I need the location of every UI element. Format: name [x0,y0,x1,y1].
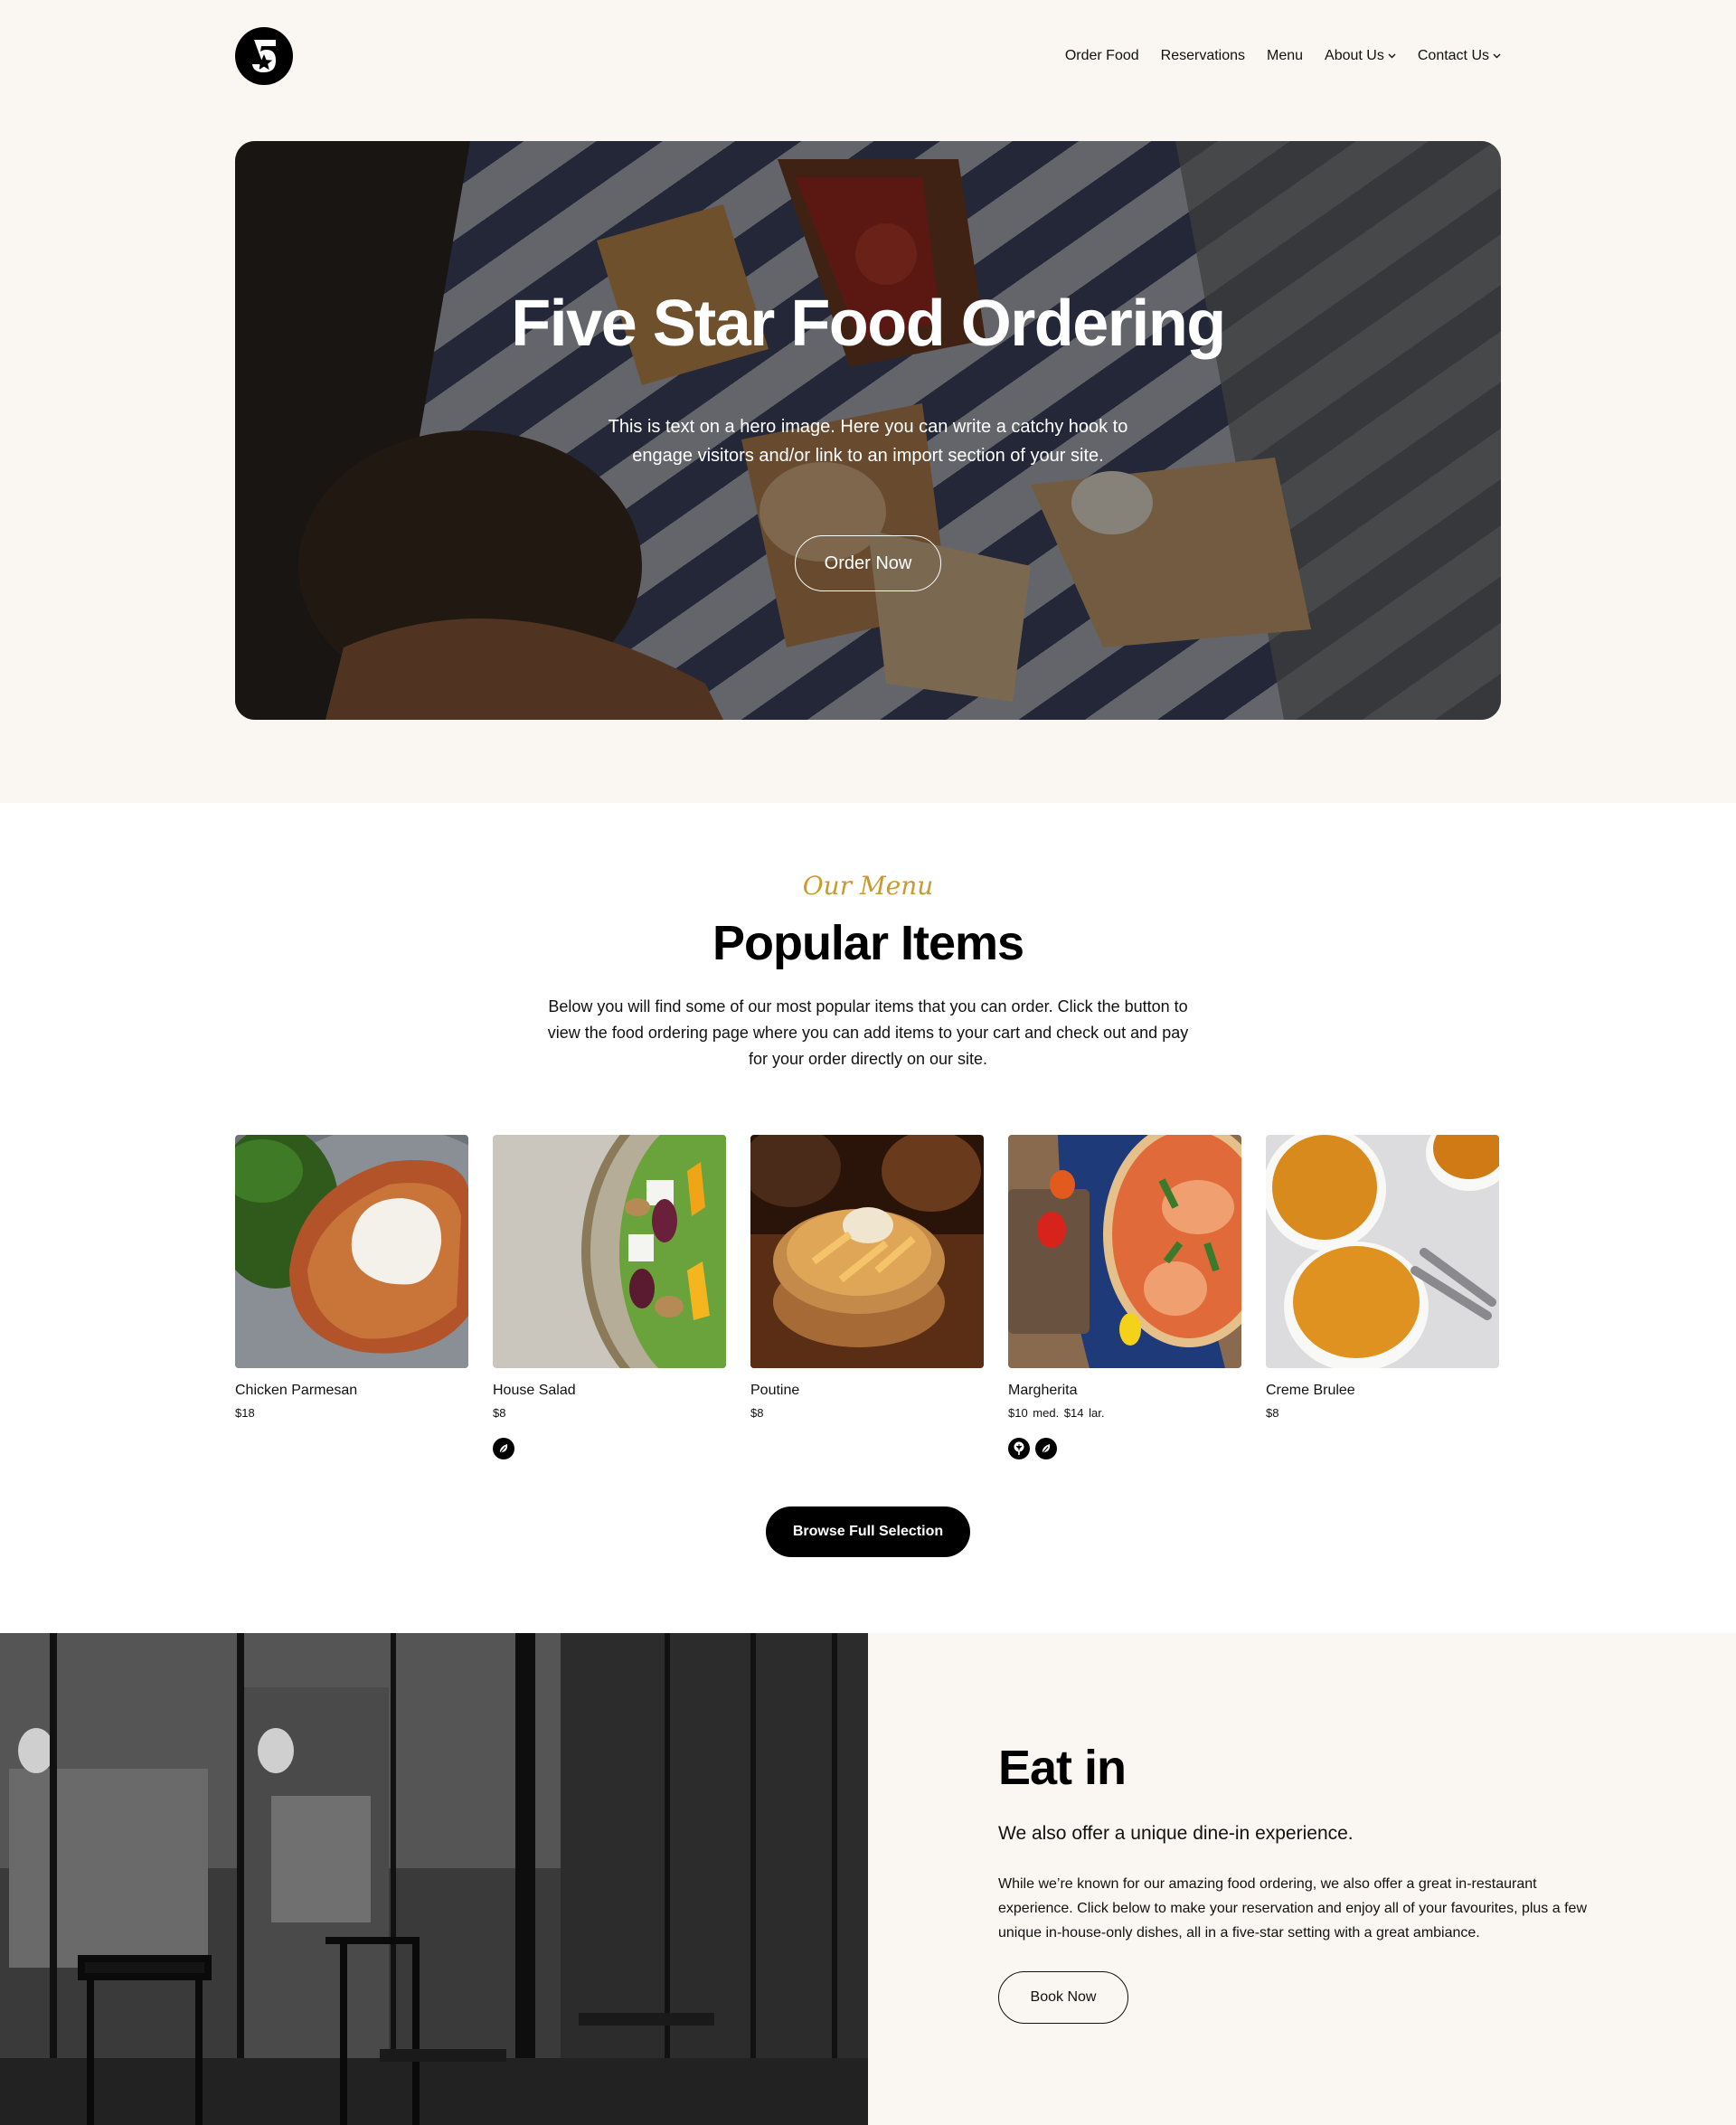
margherita-photo [1008,1135,1241,1368]
nav-label: Order Food [1064,48,1139,63]
house-salad-image[interactable] [493,1135,726,1368]
poutine-image[interactable] [750,1135,984,1368]
top-section: Order Food Reservations Menu About Us Co… [0,0,1736,803]
item-price: $8 [750,1406,764,1420]
creme-brulee-image[interactable] [1266,1135,1499,1368]
chicken-parmesan-image[interactable] [235,1135,468,1368]
chevron-down-icon [1388,53,1396,59]
hero-content: Five Star Food Ordering This is text on … [235,141,1501,720]
menu-item-card[interactable]: House Salad $8 [493,1135,726,1459]
item-price: $10 med. $14 lar. [1008,1406,1105,1420]
item-price: $8 [493,1406,506,1420]
site-logo[interactable] [235,27,293,85]
hero-banner: Five Star Food Ordering This is text on … [235,141,1501,720]
nav-about-us[interactable]: About Us [1325,48,1396,64]
five-star-logo-icon [252,40,276,72]
nav-label: Menu [1267,48,1304,63]
menu-items-grid: Chicken Parmesan $18 House Salad $8 Pout… [235,1135,1501,1459]
vegetarian-tree-icon [1008,1438,1030,1459]
hero-subtitle: This is text on a hero image. Here you c… [608,417,1128,466]
nav-label: Contact Us [1417,48,1489,63]
item-name[interactable]: Creme Brulee [1266,1383,1499,1399]
menu-item-card[interactable]: Chicken Parmesan $18 [235,1135,468,1459]
restaurant-interior-image [0,1633,868,2125]
section-eyebrow: Our Menu [802,871,934,901]
dietary-badges [1008,1438,1241,1459]
nav-label: Reservations [1160,48,1246,63]
hero-title: Five Star Food Ordering [511,288,1226,360]
item-name[interactable]: Margherita [1008,1383,1241,1399]
eat-in-subtitle: We also offer a unique dine-in experienc… [998,1823,1354,1844]
dietary-badges [493,1438,726,1459]
browse-full-selection-button[interactable]: Browse Full Selection [766,1506,970,1557]
section-title: Popular Items [712,916,1024,970]
site-header: Order Food Reservations Menu About Us Co… [235,25,1501,87]
eat-in-content: Eat in We also offer a unique dine-in ex… [868,1633,1736,2125]
item-price: $18 [235,1406,255,1420]
item-price: $8 [1266,1406,1279,1420]
poutine-photo [750,1135,984,1368]
chevron-down-icon [1493,53,1501,59]
section-description: Below you will find some of our most pop… [547,997,1189,1068]
vegan-leaf-icon [1035,1438,1057,1459]
menu-item-card[interactable]: Margherita $10 med. $14 lar. [1008,1135,1241,1459]
eat-in-title: Eat in [998,1741,1127,1795]
vegan-leaf-icon [493,1438,514,1459]
item-name[interactable]: House Salad [493,1383,726,1399]
chicken-parmesan-photo [235,1135,468,1368]
eat-in-section: Eat in We also offer a unique dine-in ex… [0,1633,1736,2125]
menu-item-card[interactable]: Creme Brulee $8 [1266,1135,1499,1459]
nav-menu[interactable]: Menu [1267,48,1303,64]
nav-label: About Us [1325,48,1384,63]
eat-in-description: While we’re known for our amazing food o… [998,1876,1587,1941]
item-name[interactable]: Poutine [750,1383,984,1399]
order-now-button[interactable]: Order Now [794,535,942,591]
restaurant-interior-photo [0,1633,868,2125]
popular-items-section: Our Menu Popular Items Below you will fi… [0,803,1736,1633]
creme-brulee-photo [1266,1135,1499,1368]
nav-order-food[interactable]: Order Food [1065,48,1139,64]
nav-contact-us[interactable]: Contact Us [1418,48,1501,64]
book-now-button[interactable]: Book Now [998,1971,1128,2024]
house-salad-photo [493,1135,726,1368]
nav-reservations[interactable]: Reservations [1161,48,1245,64]
main-nav: Order Food Reservations Menu About Us Co… [1065,48,1501,64]
menu-item-card[interactable]: Poutine $8 [750,1135,984,1459]
margherita-image[interactable] [1008,1135,1241,1368]
item-name[interactable]: Chicken Parmesan [235,1383,468,1399]
